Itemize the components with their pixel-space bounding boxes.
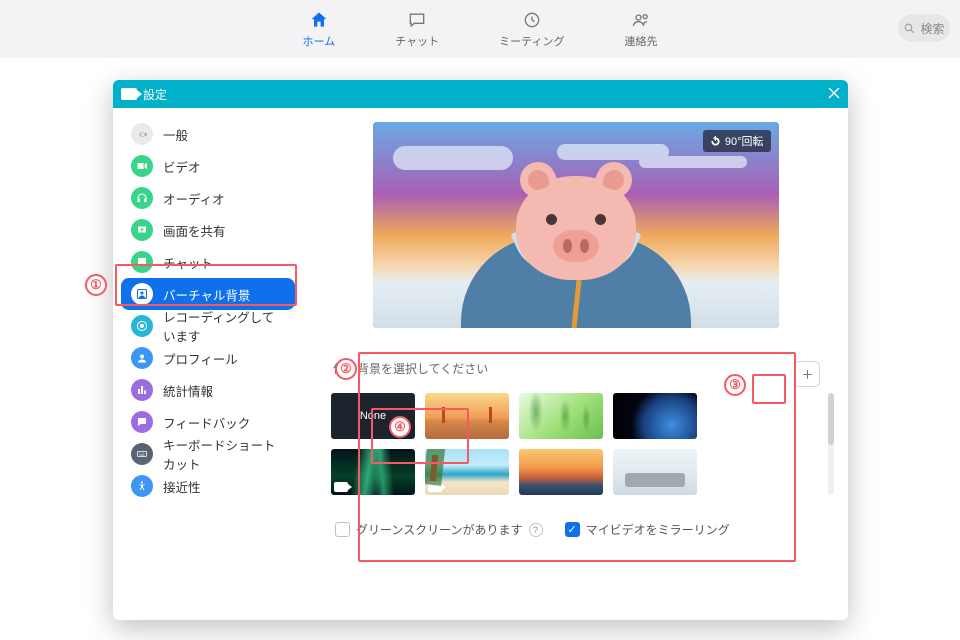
preview-person — [426, 188, 726, 328]
bg-option-beach[interactable] — [425, 449, 509, 495]
settings-sidebar: 一般 ビデオ オーディオ 画面を共有 チャット バーチャル背景 レコーディングし… — [113, 108, 303, 620]
keyboard-icon — [131, 443, 153, 465]
annotation-4-num: ④ — [389, 416, 411, 438]
checkbox[interactable] — [335, 522, 350, 537]
user-icon — [131, 347, 153, 369]
app-icon — [121, 88, 137, 100]
sidebar-item-label: ビデオ — [163, 157, 201, 176]
sidebar-item-stats[interactable]: 統計情報 — [121, 374, 295, 406]
sidebar-item-label: プロフィール — [163, 349, 238, 368]
bg-option-grass[interactable] — [519, 393, 603, 439]
gear-icon — [131, 123, 153, 145]
sidebar-item-label: 一般 — [163, 125, 188, 144]
sidebar-item-label: レコーディングしています — [163, 307, 285, 345]
search-label: 検索 — [920, 20, 944, 37]
bg-option-earth[interactable] — [613, 393, 697, 439]
clock-icon — [521, 9, 543, 31]
sidebar-item-audio[interactable]: オーディオ — [121, 182, 295, 214]
nav-contacts[interactable]: 連絡先 — [624, 9, 657, 49]
checkbox-label: グリーンスクリーンがあります — [356, 521, 523, 538]
sidebar-item-accessibility[interactable]: 接近性 — [121, 470, 295, 502]
rotate-button[interactable]: 90°回転 — [703, 130, 771, 152]
sidebar-item-label: 画面を共有 — [163, 221, 226, 240]
pig-avatar — [511, 176, 641, 290]
sidebar-item-label: フィードバック — [163, 413, 250, 432]
background-thumbnails: None — [331, 393, 820, 495]
mirror-option[interactable]: ✓ マイビデオをミラーリング — [565, 521, 730, 538]
sidebar-item-feedback[interactable]: フィードバック — [121, 406, 295, 438]
search-box[interactable]: 検索 — [898, 14, 950, 42]
nav-chat[interactable]: チャット — [395, 9, 439, 49]
none-label: None — [360, 410, 386, 422]
contacts-icon — [630, 9, 652, 31]
add-background-button[interactable] — [794, 361, 820, 387]
close-icon — [828, 87, 840, 99]
video-icon — [131, 155, 153, 177]
nav-home[interactable]: ホーム — [303, 9, 336, 49]
modal-titlebar: 設定 — [113, 80, 848, 108]
nav-label: 連絡先 — [624, 33, 657, 49]
video-badge-icon — [334, 482, 348, 492]
bg-option-aurora[interactable] — [331, 449, 415, 495]
search-icon — [903, 22, 916, 35]
top-nav: ホーム チャット ミーティング 連絡先 検索 — [0, 0, 960, 58]
bg-option-bridge[interactable] — [425, 393, 509, 439]
sidebar-item-chat[interactable]: チャット — [121, 246, 295, 278]
preview-clouds — [393, 146, 513, 170]
sidebar-item-label: 統計情報 — [163, 381, 213, 400]
record-icon — [131, 315, 153, 337]
chat-bubble-icon — [131, 251, 153, 273]
options-row: グリーンスクリーンがあります ? ✓ マイビデオをミラーリング — [331, 521, 820, 538]
sidebar-item-shortcuts[interactable]: キーボードショートカット — [121, 438, 295, 470]
sidebar-item-label: バーチャル背景 — [163, 285, 250, 304]
share-icon — [131, 219, 153, 241]
rotate-icon — [710, 136, 721, 147]
thumbnails-scrollbar[interactable] — [828, 393, 834, 495]
modal-title: 設定 — [143, 86, 167, 103]
nav-meetings[interactable]: ミーティング — [499, 9, 564, 49]
main-pane: 90°回転 仮想背景を選択してください None — [303, 108, 848, 620]
chat-icon — [406, 9, 428, 31]
green-screen-option[interactable]: グリーンスクリーンがあります ? — [335, 521, 543, 538]
checkbox-label: マイビデオをミラーリング — [586, 521, 730, 538]
bg-icon — [131, 283, 153, 305]
feedback-icon — [131, 411, 153, 433]
sidebar-item-label: オーディオ — [163, 189, 225, 208]
nav-label: ミーティング — [499, 33, 564, 49]
sidebar-item-virtual-bg[interactable]: バーチャル背景 — [121, 278, 295, 310]
rotate-label: 90°回転 — [725, 133, 764, 149]
sidebar-item-recording[interactable]: レコーディングしています — [121, 310, 295, 342]
video-preview: 90°回転 — [373, 122, 779, 328]
video-badge-icon — [428, 482, 442, 492]
headphones-icon — [131, 187, 153, 209]
annotation-1-num: ① — [85, 274, 107, 296]
sidebar-item-video[interactable]: ビデオ — [121, 150, 295, 182]
plus-icon — [801, 368, 814, 381]
sidebar-item-general[interactable]: 一般 — [121, 118, 295, 150]
bg-option-sunset[interactable] — [519, 449, 603, 495]
stats-icon — [131, 379, 153, 401]
close-button[interactable] — [828, 86, 840, 103]
bg-option-room[interactable] — [613, 449, 697, 495]
home-icon — [308, 9, 330, 31]
nav-label: ホーム — [303, 33, 336, 49]
sidebar-item-share[interactable]: 画面を共有 — [121, 214, 295, 246]
settings-modal: 設定 一般 ビデオ オーディオ 画面を共有 チャット バーチャル背景 レコーディ… — [113, 80, 848, 620]
help-icon[interactable]: ? — [529, 523, 543, 537]
annotation-2-num: ② — [335, 358, 357, 380]
checkbox[interactable]: ✓ — [565, 522, 580, 537]
sidebar-item-label: チャット — [163, 253, 213, 272]
sidebar-item-label: キーボードショートカット — [163, 435, 285, 473]
sidebar-item-label: 接近性 — [163, 477, 201, 496]
nav-label: チャット — [395, 33, 439, 49]
sidebar-item-profile[interactable]: プロフィール — [121, 342, 295, 374]
annotation-3-num: ③ — [724, 374, 746, 396]
accessibility-icon — [131, 475, 153, 497]
